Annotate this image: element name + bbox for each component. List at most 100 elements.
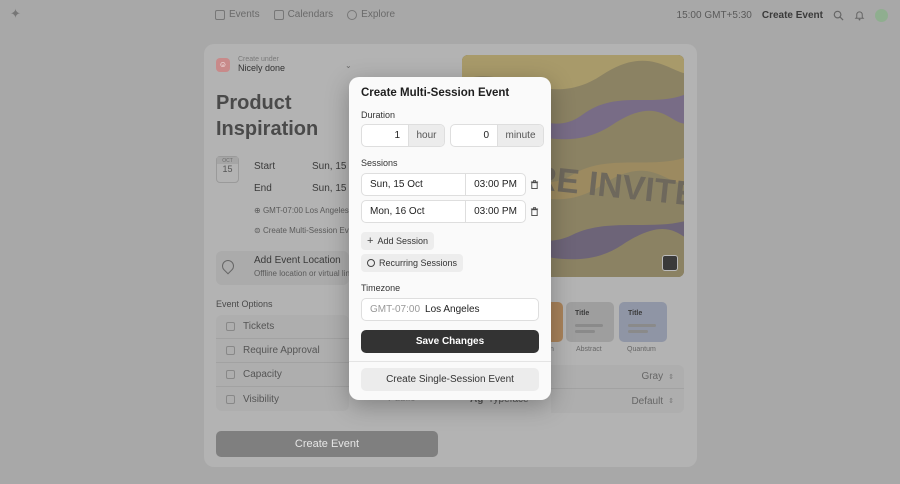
end-label: End xyxy=(254,183,272,194)
multi-session-link[interactable]: ⊜ Create Multi-Session Event xyxy=(254,226,349,235)
multi-session-text: Create Multi-Session Event xyxy=(262,226,349,235)
location-title: Add Event Location xyxy=(254,255,341,266)
ticket-icon xyxy=(215,9,225,20)
session-row: Sun, 15 Oct 03:00 PM xyxy=(361,173,526,196)
sparkle-logo-icon[interactable]: ✦ xyxy=(10,7,22,20)
start-date-field[interactable]: Sun, 15 Oct xyxy=(312,161,349,172)
capacity-icon xyxy=(226,370,235,379)
theme-title: Title xyxy=(628,310,643,317)
timezone-link[interactable]: ⊕ GMT-07:00 Los Angeles xyxy=(254,206,349,215)
timezone-select[interactable]: GMT-07:00 Los Angeles xyxy=(361,298,539,321)
create-event-button[interactable]: Create Event xyxy=(216,431,438,457)
start-label: Start xyxy=(254,161,276,172)
option-tickets[interactable]: Tickets xyxy=(216,315,349,339)
main-nav: Events Calendars Explore xyxy=(215,9,395,20)
hours-unit: hour xyxy=(408,125,444,146)
globe-icon: ⊕ xyxy=(254,206,263,215)
nav-explore-label: Explore xyxy=(361,9,396,20)
nav-calendars-label: Calendars xyxy=(287,9,334,20)
date-day: 15 xyxy=(222,164,233,174)
option-capacity[interactable]: Capacity xyxy=(216,363,349,387)
recurring-sessions-button[interactable]: Recurring Sessions xyxy=(361,254,464,272)
option-label: Tickets xyxy=(243,321,275,332)
modal-divider xyxy=(349,361,551,362)
theme-abstract[interactable]: Title xyxy=(566,302,614,342)
nav-calendars[interactable]: Calendars xyxy=(273,9,334,20)
theme-partial-swatch[interactable] xyxy=(551,302,563,342)
search-icon[interactable] xyxy=(833,10,844,21)
timezone-text: GMT-07:00 Los Angeles xyxy=(262,206,349,215)
color-select[interactable]: Gray ⇕ xyxy=(551,365,684,389)
date-badge: OCT 15 xyxy=(216,156,239,183)
updown-icon: ⇕ xyxy=(668,398,674,405)
event-options-list: Tickets Require Approval Capacity Visibi… xyxy=(216,315,349,411)
chevron-down-icon[interactable]: ⌄ xyxy=(345,61,352,70)
bell-icon[interactable] xyxy=(854,10,865,21)
session-time-field[interactable]: 03:00 PM xyxy=(465,201,525,222)
current-time: 15:00 GMT+5:30 xyxy=(676,10,752,21)
save-changes-button[interactable]: Save Changes xyxy=(361,330,539,353)
compass-icon xyxy=(347,9,358,20)
calendar-name: Nicely done xyxy=(238,63,286,73)
add-session-label: Add Session xyxy=(377,236,428,246)
nav-events[interactable]: Events xyxy=(215,9,260,20)
hours-value[interactable]: 1 xyxy=(362,125,408,146)
option-label: Capacity xyxy=(243,369,282,380)
map-pin-icon xyxy=(219,257,237,275)
theme-picker: Title Title xyxy=(566,302,667,342)
timezone-label: Timezone xyxy=(361,283,401,293)
ticket-icon xyxy=(226,322,235,331)
event-options-title: Event Options xyxy=(216,299,273,309)
theme-quantum-name: Quantum xyxy=(627,346,656,353)
location-field[interactable]: Add Event Location Offline location or v… xyxy=(216,251,349,285)
top-right-area: 15:00 GMT+5:30 Create Event xyxy=(677,9,888,22)
calendar-icon xyxy=(273,9,284,20)
hours-field[interactable]: 1 hour xyxy=(361,124,445,147)
typeface-select[interactable]: Default ⇕ xyxy=(551,389,684,413)
option-label: Require Approval xyxy=(243,345,320,356)
calendar-selector[interactable]: ☺ Create under Nicely done xyxy=(216,56,285,73)
session-date-field[interactable]: Sun, 15 Oct xyxy=(362,174,465,195)
duration-label: Duration xyxy=(361,110,396,120)
trash-icon[interactable] xyxy=(530,207,539,216)
option-label: Visibility xyxy=(243,393,279,405)
theme-abstract-name: Abstract xyxy=(576,346,602,353)
updown-icon: ⇕ xyxy=(668,373,674,381)
nav-events-label: Events xyxy=(229,9,260,20)
option-visibility[interactable]: Visibility xyxy=(216,387,349,411)
theme-title: Title xyxy=(575,310,590,317)
stack-icon: ⊜ xyxy=(254,226,263,235)
nav-explore[interactable]: Explore xyxy=(347,9,395,20)
top-bar: ✦ Events Calendars Explore 15:00 GMT+5:3… xyxy=(0,0,900,30)
theme-quantum[interactable]: Title xyxy=(619,302,667,342)
calendar-avatar-icon: ☺ xyxy=(216,57,230,72)
style-options: Gray ⇕ Default ⇕ xyxy=(551,365,684,413)
location-subtitle: Offline location or virtual link xyxy=(254,269,349,278)
session-time-field[interactable]: 03:00 PM xyxy=(465,174,525,195)
change-image-icon[interactable] xyxy=(662,255,678,271)
end-date-field[interactable]: Sun, 15 Oct xyxy=(312,183,349,194)
typeface-value: Default xyxy=(631,395,664,407)
session-row: Mon, 16 Oct 03:00 PM xyxy=(361,200,526,223)
modal-title: Create Multi-Session Event xyxy=(361,87,510,99)
timezone-city: Los Angeles xyxy=(425,304,480,315)
add-session-button[interactable]: + Add Session xyxy=(361,232,434,250)
globe-icon xyxy=(226,394,235,404)
minutes-value[interactable]: 0 xyxy=(451,125,497,146)
calendar-sub-label: Create under xyxy=(238,56,279,63)
color-value: Gray xyxy=(641,371,664,382)
create-single-session-button[interactable]: Create Single-Session Event xyxy=(361,368,539,391)
multi-session-modal: Create Multi-Session Event Duration 1 ho… xyxy=(349,77,551,400)
event-title-input[interactable]: Product Inspiration Meetup xyxy=(216,90,356,146)
sessions-label: Sessions xyxy=(361,158,398,168)
minutes-field[interactable]: 0 minute xyxy=(450,124,544,147)
avatar[interactable] xyxy=(875,9,888,22)
user-check-icon xyxy=(226,346,235,355)
plus-icon: + xyxy=(367,235,374,247)
clock-icon xyxy=(367,259,375,267)
trash-icon[interactable] xyxy=(530,180,539,189)
session-date-field[interactable]: Mon, 16 Oct xyxy=(362,201,465,222)
create-event-link[interactable]: Create Event xyxy=(762,10,823,21)
date-month: OCT xyxy=(217,157,238,164)
option-require-approval[interactable]: Require Approval xyxy=(216,339,349,363)
